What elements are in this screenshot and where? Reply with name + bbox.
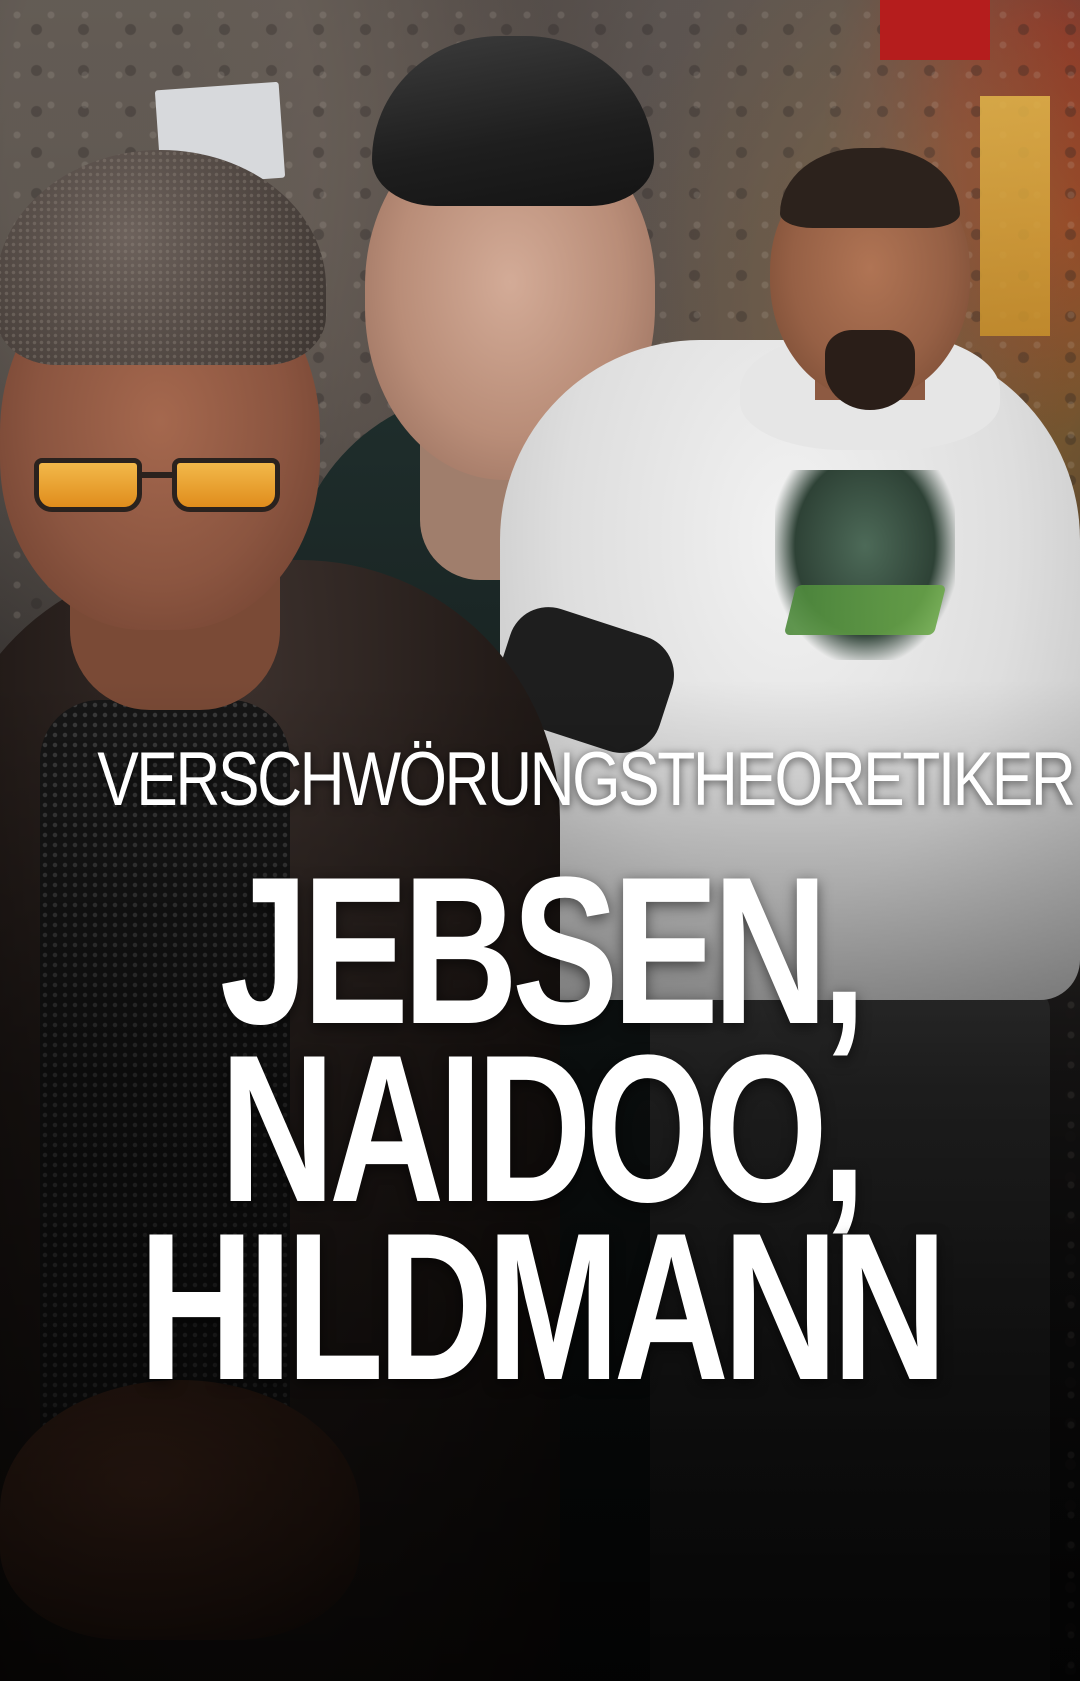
hoodie-print-logo [783, 585, 947, 635]
tinted-glasses [34, 452, 292, 520]
glasses-bridge [138, 472, 176, 478]
kicker-text: VERSCHWÖRUNGSTHEORETIKER [97, 737, 1076, 822]
storefront-sign [880, 0, 990, 60]
storefront-window [980, 96, 1050, 336]
glasses-lens-left [34, 458, 142, 512]
glasses-lens-right [172, 458, 280, 512]
headline-line-3: HILDMANN [138, 1189, 948, 1424]
right-person-beard [825, 330, 915, 410]
poster: VERSCHWÖRUNGSTHEORETIKER JEBSEN, NAIDOO,… [0, 0, 1080, 1681]
